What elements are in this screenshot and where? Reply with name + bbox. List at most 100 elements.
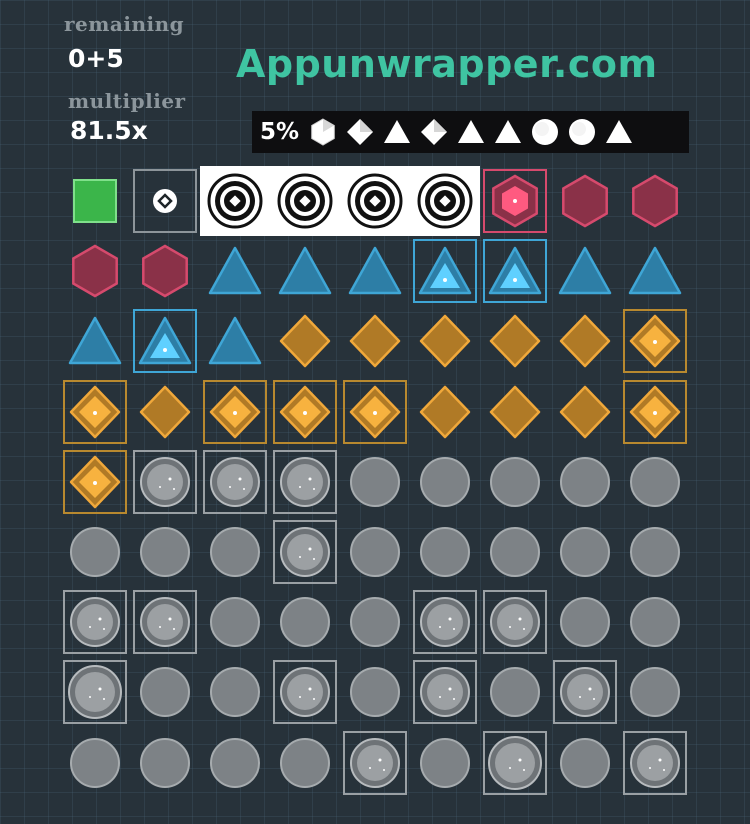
hexagon-icon [142,244,188,298]
board-cell-diamond[interactable] [620,306,690,376]
board-cell-hexagon[interactable] [480,166,550,236]
board-cell-circle[interactable] [620,587,690,657]
board-cell-circle[interactable] [410,447,480,517]
board-cell-circle[interactable] [130,447,200,517]
board-cell-target[interactable] [340,166,410,236]
board-cell-diamond[interactable] [550,306,620,376]
board-cell-square[interactable] [60,166,130,236]
diamond-icon [69,455,121,509]
board-cell-target[interactable] [270,166,340,236]
hexagon-icon [562,174,608,228]
board-cell-circle[interactable] [410,517,480,587]
board-cell-diamond[interactable] [480,377,550,447]
board-cell-triangle[interactable] [60,306,130,376]
target-icon [277,173,333,229]
board-cell-circle[interactable] [340,657,410,727]
circle-icon [280,597,330,648]
board-cell-circle[interactable] [340,517,410,587]
board-cell-diamond[interactable] [200,377,270,447]
board-cell-circle[interactable] [550,517,620,587]
board-cell-circle[interactable] [550,728,620,798]
board-cell-triangle[interactable] [130,306,200,376]
board-cell-triangle[interactable] [270,236,340,306]
board-cell-circle[interactable] [410,728,480,798]
board-cell-diamond[interactable] [130,377,200,447]
board-cell-circle[interactable] [620,728,690,798]
board-cell-circle[interactable] [340,587,410,657]
circle-icon [210,667,260,718]
diamond-icon [419,315,471,368]
board-cell-circle[interactable] [480,447,550,517]
board-cell-circle[interactable] [550,587,620,657]
target-icon [347,173,403,229]
board-cell-circle[interactable] [270,517,340,587]
board-cell-diamond[interactable] [340,306,410,376]
diamond-icon [489,385,541,438]
board-cell-diamond[interactable] [480,306,550,376]
board-cell-circle[interactable] [480,728,550,798]
board-cell-circle[interactable] [200,447,270,517]
board-cell-triangle[interactable] [620,236,690,306]
board-cell-diamond[interactable] [620,377,690,447]
board-cell-diamond[interactable] [270,306,340,376]
circle-icon [560,456,610,507]
board-cell-target[interactable] [410,166,480,236]
circle-icon [560,737,610,788]
board-cell-circle[interactable] [200,587,270,657]
board-cell-triangle[interactable] [200,306,270,376]
triangle-icon [208,246,262,295]
board-cell-circle[interactable] [130,728,200,798]
board-cell-circle[interactable] [130,657,200,727]
board-cell-circle[interactable] [130,517,200,587]
board-cell-ring[interactable] [130,166,200,236]
board-cell-circle[interactable] [480,517,550,587]
board-cell-circle[interactable] [60,657,130,727]
board-cell-triangle[interactable] [410,236,480,306]
board-cell-diamond[interactable] [60,377,130,447]
board-cell-diamond[interactable] [410,377,480,447]
board-cell-circle[interactable] [60,728,130,798]
board-cell-circle[interactable] [270,657,340,727]
board-cell-diamond[interactable] [550,377,620,447]
board-cell-circle[interactable] [200,517,270,587]
board-cell-circle[interactable] [410,657,480,727]
board-cell-circle[interactable] [620,517,690,587]
board-cell-circle[interactable] [620,657,690,727]
board-cell-circle[interactable] [480,587,550,657]
board-cell-circle[interactable] [620,447,690,517]
circle-icon [140,527,190,577]
board-cell-circle[interactable] [340,447,410,517]
diamond-icon [139,385,191,438]
board-cell-circle[interactable] [200,657,270,727]
board-cell-triangle[interactable] [480,236,550,306]
board-cell-triangle[interactable] [200,236,270,306]
board-cell-circle[interactable] [130,587,200,657]
goal-diamond-icon [347,119,374,145]
board-cell-diamond[interactable] [60,447,130,517]
board-cell-circle[interactable] [270,728,340,798]
board-cell-circle[interactable] [550,657,620,727]
circle-icon [140,456,190,507]
game-board[interactable] [60,166,690,798]
board-cell-circle[interactable] [200,728,270,798]
board-cell-circle[interactable] [270,447,340,517]
board-cell-circle[interactable] [270,587,340,657]
board-cell-circle[interactable] [60,587,130,657]
board-cell-hexagon[interactable] [550,166,620,236]
board-cell-hexagon[interactable] [620,166,690,236]
board-cell-diamond[interactable] [270,377,340,447]
board-cell-diamond[interactable] [410,306,480,376]
circle-icon [630,737,680,788]
board-cell-hexagon[interactable] [60,236,130,306]
board-cell-triangle[interactable] [550,236,620,306]
board-cell-circle[interactable] [550,447,620,517]
board-cell-diamond[interactable] [340,377,410,447]
board-cell-circle[interactable] [60,517,130,587]
board-cell-circle[interactable] [340,728,410,798]
board-cell-circle[interactable] [410,587,480,657]
hexagon-icon [492,174,538,228]
board-cell-target[interactable] [200,166,270,236]
board-cell-triangle[interactable] [340,236,410,306]
board-cell-circle[interactable] [480,657,550,727]
board-cell-hexagon[interactable] [130,236,200,306]
